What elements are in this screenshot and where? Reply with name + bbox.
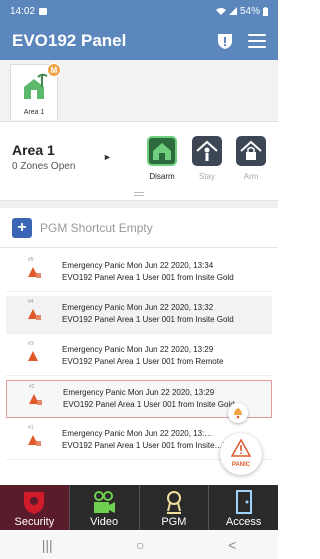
event-detail: EVO192 Panel Area 1 User 001 from Insite…	[62, 315, 234, 324]
event-row[interactable]: #3 Emergency Panic Mon Jun 22 2020, 13:2…	[6, 338, 272, 376]
notification-icon	[39, 7, 48, 15]
disarm-label: Disarm	[149, 172, 175, 181]
event-title: Emergency Panic Mon Jun 22 2020, 13:…	[62, 429, 213, 438]
disarm-button[interactable]	[147, 136, 177, 166]
event-detail: EVO192 Panel Area 1 User 001 from Insite…	[63, 400, 235, 409]
stay-button[interactable]	[192, 136, 222, 166]
stay-label: Stay	[198, 172, 215, 181]
nav-video[interactable]: Video	[70, 485, 140, 530]
event-detail: EVO192 Panel Area 1 User 001 from Remote	[62, 357, 224, 366]
panic-label: PANIC	[231, 462, 251, 468]
panic-warning-icon	[231, 439, 251, 457]
drag-handle[interactable]	[134, 192, 144, 196]
panel-title: EVO192 Panel	[12, 31, 127, 50]
nav-pgm[interactable]: PGM	[140, 485, 210, 530]
shield-alert-icon[interactable]	[216, 32, 234, 50]
nav-security-label: Security	[14, 516, 55, 528]
status-time-group: 14:02	[10, 6, 216, 17]
warning-icon	[28, 351, 38, 361]
access-door-icon	[235, 490, 252, 514]
event-row[interactable]: #4 Emergency Panic Mon Jun 22 2020, 13:3…	[6, 296, 272, 334]
nav-access-label: Access	[225, 516, 262, 528]
event-title: Emergency Panic Mon Jun 22 2020, 13:34	[62, 261, 214, 270]
section-separator	[0, 200, 278, 208]
event-title: Emergency Panic Mon Jun 22 2020, 13:29	[62, 345, 214, 354]
disarm-house-icon	[153, 143, 171, 160]
event-number: #3	[28, 341, 34, 347]
event-number: #5	[28, 257, 34, 263]
battery-percent: 54%	[239, 5, 260, 17]
pgm-shortcut-text: PGM Shortcut Empty	[40, 220, 153, 235]
back-button[interactable]: <	[228, 537, 236, 553]
area-tab[interactable]: M Area 1	[10, 63, 61, 120]
bottom-nav: Security Video PGM Access	[0, 485, 278, 530]
home-button[interactable]: ○	[136, 537, 144, 553]
hamburger-menu-icon[interactable]	[248, 34, 266, 48]
status-right: 54%	[215, 5, 268, 17]
security-shield-icon	[24, 492, 45, 514]
add-pgm-icon[interactable]: +	[12, 217, 32, 238]
panic-button[interactable]: PANIC	[220, 433, 262, 475]
house-palm-icon	[24, 73, 48, 99]
nav-pgm-label: PGM	[161, 516, 187, 528]
event-detail: EVO192 Panel Area 1 User 001 from Insite…	[62, 273, 234, 282]
system-nav-bar: ||| ○ <	[0, 530, 278, 559]
battery-icon	[263, 6, 268, 16]
wifi-icon	[215, 8, 226, 15]
stay-person-icon	[196, 140, 218, 161]
arm-label: Arm	[243, 172, 259, 181]
alert-shortcut-button[interactable]	[228, 403, 248, 423]
arm-lock-icon	[240, 140, 262, 160]
area-tab-label: Area 1	[23, 109, 45, 116]
pgm-shortcut-row[interactable]: + PGM Shortcut Empty	[0, 208, 278, 248]
signal-icon	[228, 7, 237, 15]
event-title: Emergency Panic Mon Jun 22 2020, 13:32	[62, 303, 214, 312]
area-name: Area 1	[12, 142, 55, 158]
pgm-lightbulb-icon	[166, 491, 181, 514]
recents-button[interactable]: |||	[42, 537, 53, 553]
event-number: #4	[28, 299, 34, 305]
area-badge: M	[47, 63, 61, 77]
nav-access[interactable]: Access	[209, 485, 278, 530]
zones-open: 0 Zones Open	[12, 161, 76, 172]
bell-alert-icon	[234, 408, 242, 419]
warning-icon	[28, 267, 41, 278]
arm-button[interactable]	[236, 136, 266, 166]
status-bar: 14:02 54%	[0, 0, 278, 22]
warning-icon	[28, 435, 41, 446]
video-camera-icon	[94, 491, 116, 513]
warning-icon	[28, 309, 41, 320]
area-tabs: M Area 1	[0, 60, 278, 122]
event-row[interactable]: #5 Emergency Panic Mon Jun 22 2020, 13:3…	[6, 254, 272, 292]
nav-video-label: Video	[90, 516, 119, 528]
event-title: Emergency Panic Mon Jun 22 2020, 13:29	[63, 388, 215, 397]
area-expand-icon[interactable]: ►	[103, 152, 112, 162]
status-time: 14:02	[10, 5, 36, 17]
event-detail: EVO192 Panel Area 1 User 001 from Insite…	[62, 441, 229, 450]
event-number: #1	[28, 425, 34, 431]
area-card: Area 1 0 Zones Open ► Disarm Stay Arm	[0, 130, 278, 200]
warning-icon	[29, 394, 42, 405]
app-bar: EVO192 Panel	[0, 22, 278, 60]
event-number: #2	[29, 384, 35, 390]
nav-security[interactable]: Security	[0, 485, 70, 530]
